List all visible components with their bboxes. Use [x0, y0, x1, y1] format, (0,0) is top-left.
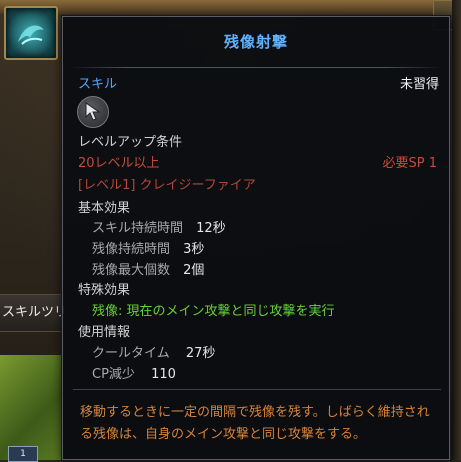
- usage-row-cooldown: クールタイム 27秒: [92, 342, 215, 361]
- basic-effects-header: 基本効果: [78, 201, 131, 216]
- effect-value: 3秒: [183, 242, 205, 257]
- description-divider: [73, 389, 441, 390]
- skill-tooltip: 残像射撃 スキル 未習得 レベルアップ条件 20レベル以上 必要SP 1 [レベ…: [62, 16, 450, 460]
- usage-label: クールタイム: [92, 346, 170, 361]
- title-divider: [69, 67, 443, 68]
- effect-label: 残像最大個数: [92, 263, 171, 278]
- required-sp: 必要SP 1: [382, 156, 438, 171]
- effect-value: 2個: [183, 263, 205, 278]
- usage-value: 27秒: [185, 346, 216, 361]
- special-effect-text: 残像: 現在のメイン攻撃と同じ攻撃を実行: [92, 304, 335, 319]
- skill-icon-frame: [77, 96, 109, 128]
- cursor-arrow-icon: [85, 102, 101, 121]
- usage-value: 110: [151, 367, 176, 382]
- special-effects-header: 特殊効果: [78, 283, 131, 298]
- window-edge: [452, 0, 461, 460]
- usage-label: CP減少: [92, 367, 135, 382]
- skill-description: 移動するときに一定の間隔で残像を残す。しばらく維持される残像は、自身のメイン攻撃…: [80, 405, 430, 442]
- effect-label: 残像持続時間: [92, 242, 171, 257]
- effect-value: 12秒: [196, 221, 226, 236]
- effect-row-skill-duration: スキル持続時間 12秒: [92, 217, 226, 236]
- learned-status: 未習得: [399, 77, 439, 92]
- skill-title: 残像射撃: [223, 33, 288, 51]
- effect-row-afterimage-duration: 残像持続時間 3秒: [92, 238, 204, 257]
- usage-row-cp-cost: CP減少 110: [92, 363, 176, 382]
- level-up-header: レベルアップ条件: [78, 135, 183, 150]
- skill-type-label: スキル: [78, 77, 118, 92]
- effect-row-afterimage-max: 残像最大個数 2個: [92, 259, 204, 278]
- skill-tree-tab[interactable]: スキルツリ: [0, 294, 64, 332]
- dragon-skill-icon: [18, 25, 44, 45]
- minimap-fragment: [0, 355, 62, 460]
- required-level: 20レベル以上: [78, 156, 160, 171]
- effect-label: スキル持続時間: [92, 221, 184, 236]
- usage-info-header: 使用情報: [78, 325, 131, 340]
- equipped-skill-slot[interactable]: [4, 6, 58, 60]
- required-skill: [レベル1] クレイジーファイア: [78, 178, 256, 193]
- top-frame: [0, 0, 461, 14]
